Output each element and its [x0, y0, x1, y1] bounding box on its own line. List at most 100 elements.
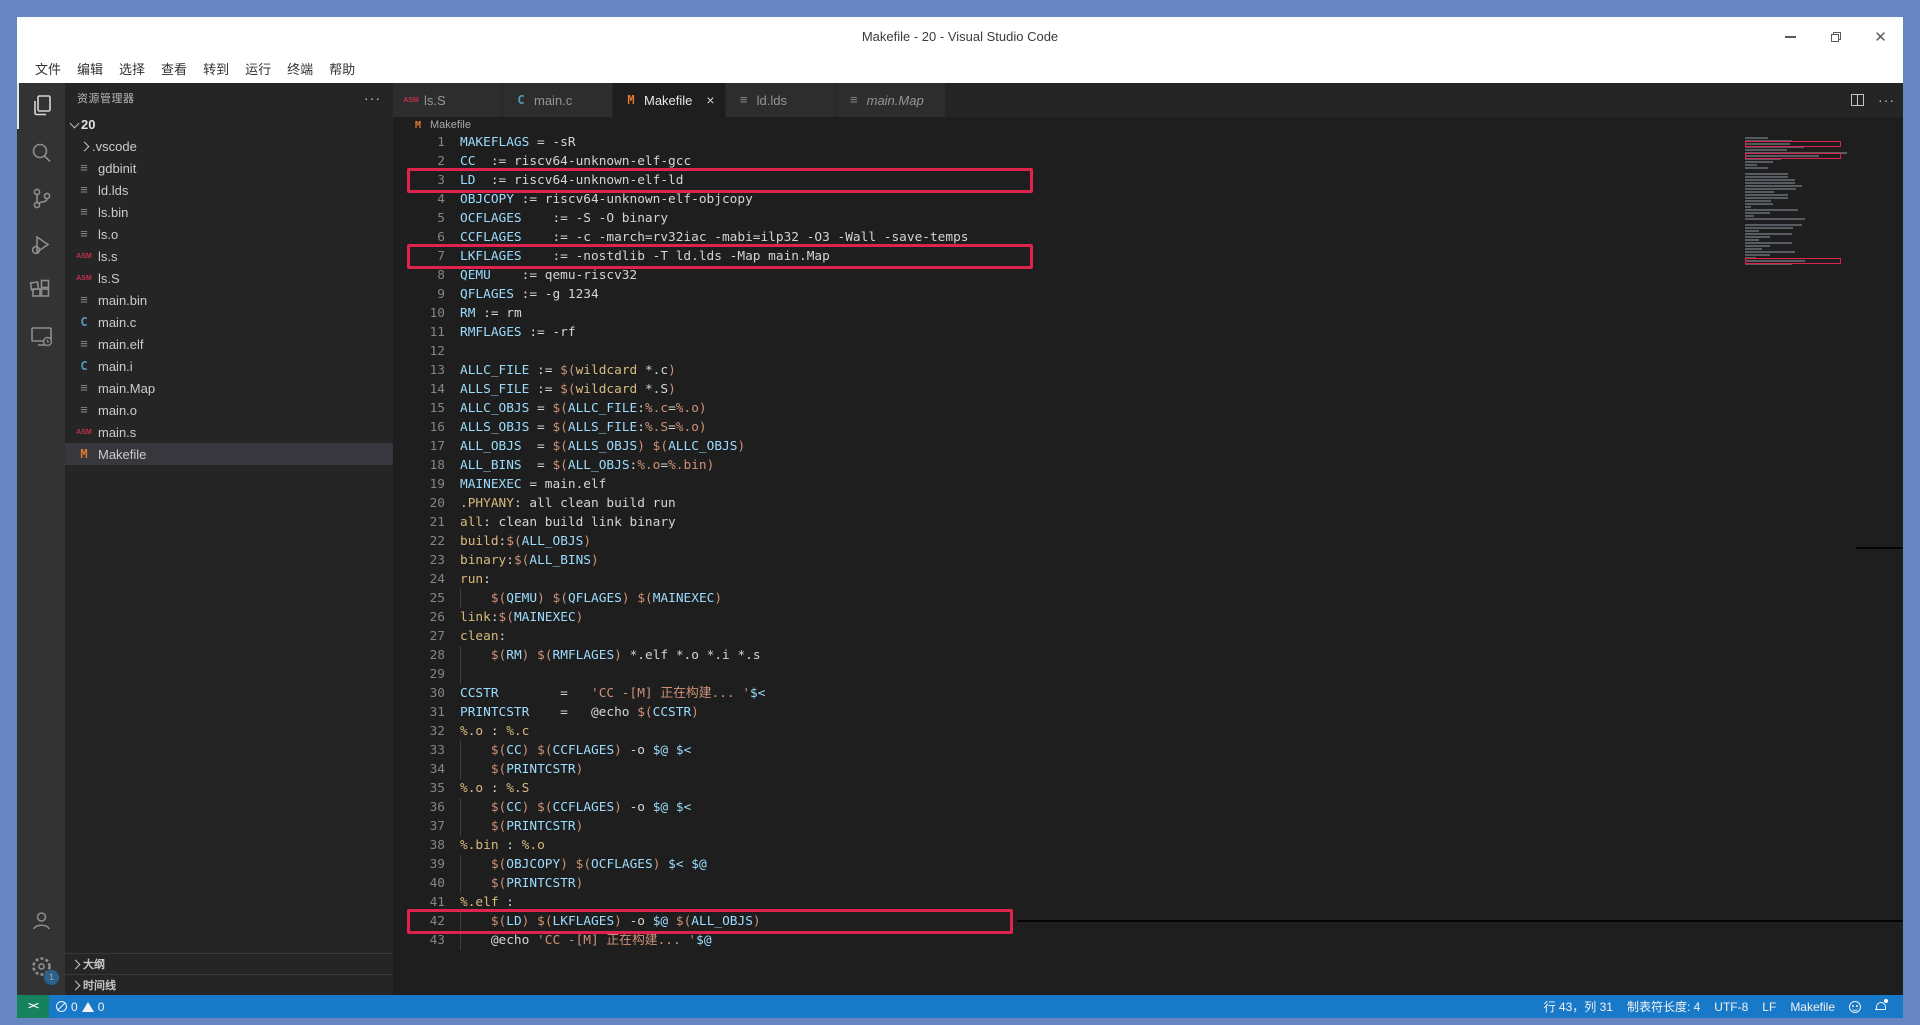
file-item-main.bin[interactable]: ≡main.bin: [65, 289, 393, 311]
code-line-29[interactable]: 29: [393, 665, 1903, 684]
encoding-setting[interactable]: UTF-8: [1707, 995, 1755, 1018]
code-line-33[interactable]: 33 $(CC) $(CCFLAGES) -o $@ $<: [393, 741, 1903, 760]
file-item-main.c[interactable]: Cmain.c: [65, 311, 393, 333]
tab-ld.lds[interactable]: ≡ld.lds: [726, 83, 836, 117]
code-line-22[interactable]: 22build:$(ALL_OBJS): [393, 532, 1903, 551]
line-number: 21: [393, 513, 445, 532]
code-line-14[interactable]: 14ALLS_FILE := $(wildcard *.S): [393, 380, 1903, 399]
menu-查看[interactable]: 查看: [153, 59, 195, 81]
file-item-ls.s[interactable]: ASMls.s: [65, 245, 393, 267]
extensions-icon[interactable]: [17, 267, 65, 313]
code-line-34[interactable]: 34 $(PRINTCSTR): [393, 760, 1903, 779]
file-item-main.o[interactable]: ≡main.o: [65, 399, 393, 421]
menu-bar: 文件编辑选择查看转到运行终端帮助: [17, 57, 1903, 83]
code-line-1[interactable]: 1MAKEFLAGS = -sR: [393, 133, 1903, 152]
file-item-ls.S[interactable]: ASMls.S: [65, 267, 393, 289]
code-line-26[interactable]: 26link:$(MAINEXEC): [393, 608, 1903, 627]
code-line-24[interactable]: 24run:: [393, 570, 1903, 589]
breadcrumb[interactable]: M Makefile: [393, 117, 1903, 133]
file-item-main.i[interactable]: Cmain.i: [65, 355, 393, 377]
feedback-button[interactable]: [1842, 995, 1868, 1018]
menu-编辑[interactable]: 编辑: [69, 59, 111, 81]
menu-转到[interactable]: 转到: [195, 59, 237, 81]
code-line-21[interactable]: 21all: clean build link binary: [393, 513, 1903, 532]
split-editor-icon[interactable]: [1851, 94, 1864, 106]
tab-ls.S[interactable]: ASMls.S: [393, 83, 503, 117]
tab-Makefile[interactable]: MMakefile×: [613, 83, 726, 117]
code-text: build:$(ALL_OBJS): [460, 532, 591, 551]
code-line-35[interactable]: 35%.o : %.S: [393, 779, 1903, 798]
code-line-19[interactable]: 19MAINEXEC = main.elf: [393, 475, 1903, 494]
code-line-36[interactable]: 36 $(CC) $(CCFLAGES) -o $@ $<: [393, 798, 1903, 817]
close-button[interactable]: ✕: [1858, 17, 1903, 57]
code-line-39[interactable]: 39 $(OBJCOPY) $(OCFLAGES) $< $@: [393, 855, 1903, 874]
tab-close-icon[interactable]: ×: [706, 92, 714, 108]
code-line-18[interactable]: 18ALL_BINS = $(ALL_OBJS:%.o=%.bin): [393, 456, 1903, 475]
code-line-30[interactable]: 30CCSTR = 'CC -[M] 正在构建... '$<: [393, 684, 1903, 703]
code-line-17[interactable]: 17ALL_OBJS = $(ALLS_OBJS) $(ALLC_OBJS): [393, 437, 1903, 456]
remote-indicator[interactable]: ><: [17, 995, 49, 1018]
code-line-23[interactable]: 23binary:$(ALL_BINS): [393, 551, 1903, 570]
file-item-main.s[interactable]: ASMmain.s: [65, 421, 393, 443]
section-大纲[interactable]: 大纲: [65, 953, 393, 974]
file-item-main.elf[interactable]: ≡main.elf: [65, 333, 393, 355]
code-line-40[interactable]: 40 $(PRINTCSTR): [393, 874, 1903, 893]
code-line-10[interactable]: 10RM := rm: [393, 304, 1903, 323]
explorer-actions-icon[interactable]: ···: [364, 90, 381, 106]
menu-运行[interactable]: 运行: [237, 59, 279, 81]
file-item-gdbinit[interactable]: ≡gdbinit: [65, 157, 393, 179]
run-debug-icon[interactable]: [17, 221, 65, 267]
minimap[interactable]: [1745, 137, 1903, 266]
eol-setting[interactable]: LF: [1755, 995, 1783, 1018]
code-line-16[interactable]: 16ALLS_OBJS = $(ALLS_FILE:%.S=%.o): [393, 418, 1903, 437]
code-line-31[interactable]: 31PRINTCSTR = @echo $(CCSTR): [393, 703, 1903, 722]
code-line-13[interactable]: 13ALLC_FILE := $(wildcard *.c): [393, 361, 1903, 380]
code-line-38[interactable]: 38%.bin : %.o: [393, 836, 1903, 855]
editor-more-actions-icon[interactable]: ···: [1878, 92, 1895, 108]
file-item-ld.lds[interactable]: ≡ld.lds: [65, 179, 393, 201]
menu-终端[interactable]: 终端: [279, 59, 321, 81]
file-item-ls.o[interactable]: ≡ls.o: [65, 223, 393, 245]
file-item-Makefile[interactable]: MMakefile: [65, 443, 393, 465]
restore-button[interactable]: [1813, 17, 1858, 57]
section-时间线[interactable]: 时间线: [65, 974, 393, 995]
code-line-5[interactable]: 5OCFLAGES := -S -O binary: [393, 209, 1903, 228]
file-item-.vscode[interactable]: .vscode: [65, 135, 393, 157]
tree-root-folder[interactable]: 20: [65, 113, 393, 135]
remote-explorer-icon[interactable]: [17, 313, 65, 359]
code-line-25[interactable]: 25 $(QEMU) $(QFLAGES) $(MAINEXEC): [393, 589, 1903, 608]
code-line-32[interactable]: 32%.o : %.c: [393, 722, 1903, 741]
notifications-button[interactable]: [1868, 995, 1893, 1018]
file-item-main.Map[interactable]: ≡main.Map: [65, 377, 393, 399]
tab-main.c[interactable]: Cmain.c: [503, 83, 613, 117]
code-line-28[interactable]: 28 $(RM) $(RMFLAGES) *.elf *.o *.i *.s: [393, 646, 1903, 665]
settings-icon[interactable]: 1: [17, 943, 65, 989]
c-file-icon: C: [76, 358, 92, 374]
code-line-12[interactable]: 12: [393, 342, 1903, 361]
code-area[interactable]: 1MAKEFLAGS = -sR2CC := riscv64-unknown-e…: [393, 133, 1903, 995]
menu-帮助[interactable]: 帮助: [321, 59, 363, 81]
code-line-9[interactable]: 9QFLAGES := -g 1234: [393, 285, 1903, 304]
source-control-icon[interactable]: [17, 175, 65, 221]
code-line-15[interactable]: 15ALLC_OBJS = $(ALLC_FILE:%.c=%.o): [393, 399, 1903, 418]
file-item-ls.bin[interactable]: ≡ls.bin: [65, 201, 393, 223]
code-line-37[interactable]: 37 $(PRINTCSTR): [393, 817, 1903, 836]
code-text: OCFLAGES := -S -O binary: [460, 209, 668, 228]
makefile-icon: M: [623, 92, 639, 108]
explorer-icon[interactable]: [17, 83, 65, 129]
tab-main.Map[interactable]: ≡main.Map: [836, 83, 946, 117]
code-line-11[interactable]: 11RMFLAGES := -rf: [393, 323, 1903, 342]
error-count: 0: [71, 1000, 78, 1014]
language-mode[interactable]: Makefile: [1783, 995, 1842, 1018]
problems-indicator[interactable]: 0 0: [49, 995, 111, 1018]
search-icon[interactable]: [17, 129, 65, 175]
account-icon[interactable]: [17, 897, 65, 943]
minimize-button[interactable]: [1768, 17, 1813, 57]
code-text: ALL_OBJS = $(ALLS_OBJS) $(ALLC_OBJS): [460, 437, 745, 456]
menu-选择[interactable]: 选择: [111, 59, 153, 81]
cursor-position[interactable]: 行 43，列 31: [1537, 995, 1620, 1018]
code-line-27[interactable]: 27clean:: [393, 627, 1903, 646]
indentation-setting[interactable]: 制表符长度: 4: [1620, 995, 1707, 1018]
menu-文件[interactable]: 文件: [27, 59, 69, 81]
code-line-20[interactable]: 20.PHYANY: all clean build run: [393, 494, 1903, 513]
